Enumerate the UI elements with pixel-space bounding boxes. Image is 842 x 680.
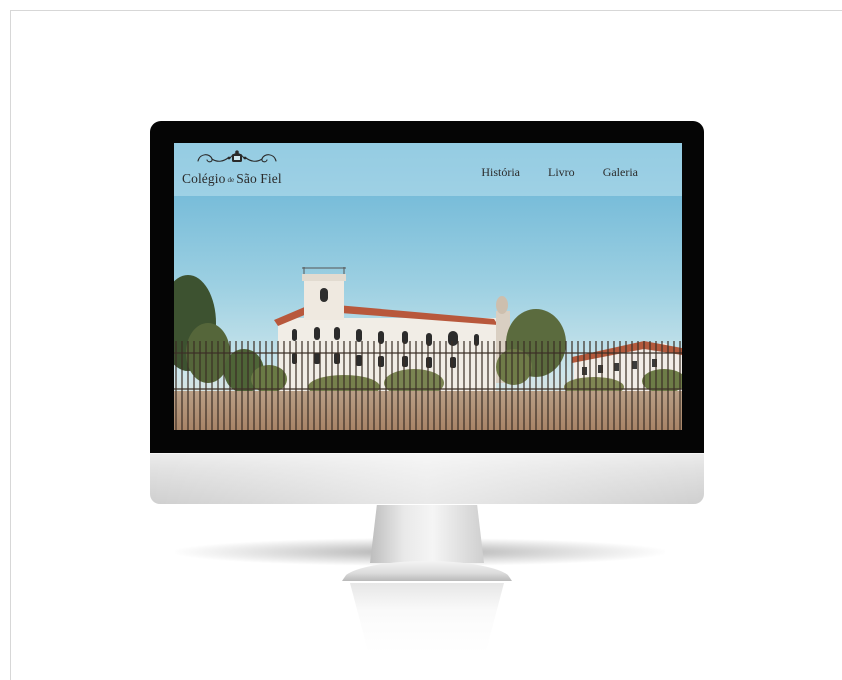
logo-word-colegio: Colégio [182, 171, 226, 186]
site-logo[interactable]: Colégio de São Fiel [182, 149, 292, 193]
site-logo-text: Colégio de São Fiel [182, 171, 282, 187]
nav-link-livro[interactable]: Livro [548, 165, 575, 180]
monitor-chin [150, 453, 704, 504]
site-header: Colégio de São Fiel História Livro Galeria [174, 143, 682, 196]
nav-link-historia[interactable]: História [481, 165, 520, 180]
website-screen: Colégio de São Fiel História Livro Galeria [174, 143, 682, 430]
logo-word-de: de [227, 176, 235, 184]
main-nav: História Livro Galeria [481, 165, 638, 180]
logo-word-sao-fiel: São Fiel [236, 171, 282, 186]
monitor-stand-neck [370, 505, 484, 563]
monitor-reflection [350, 583, 504, 653]
nav-link-galeria[interactable]: Galeria [603, 165, 638, 180]
flourish-crest-icon [197, 150, 277, 163]
